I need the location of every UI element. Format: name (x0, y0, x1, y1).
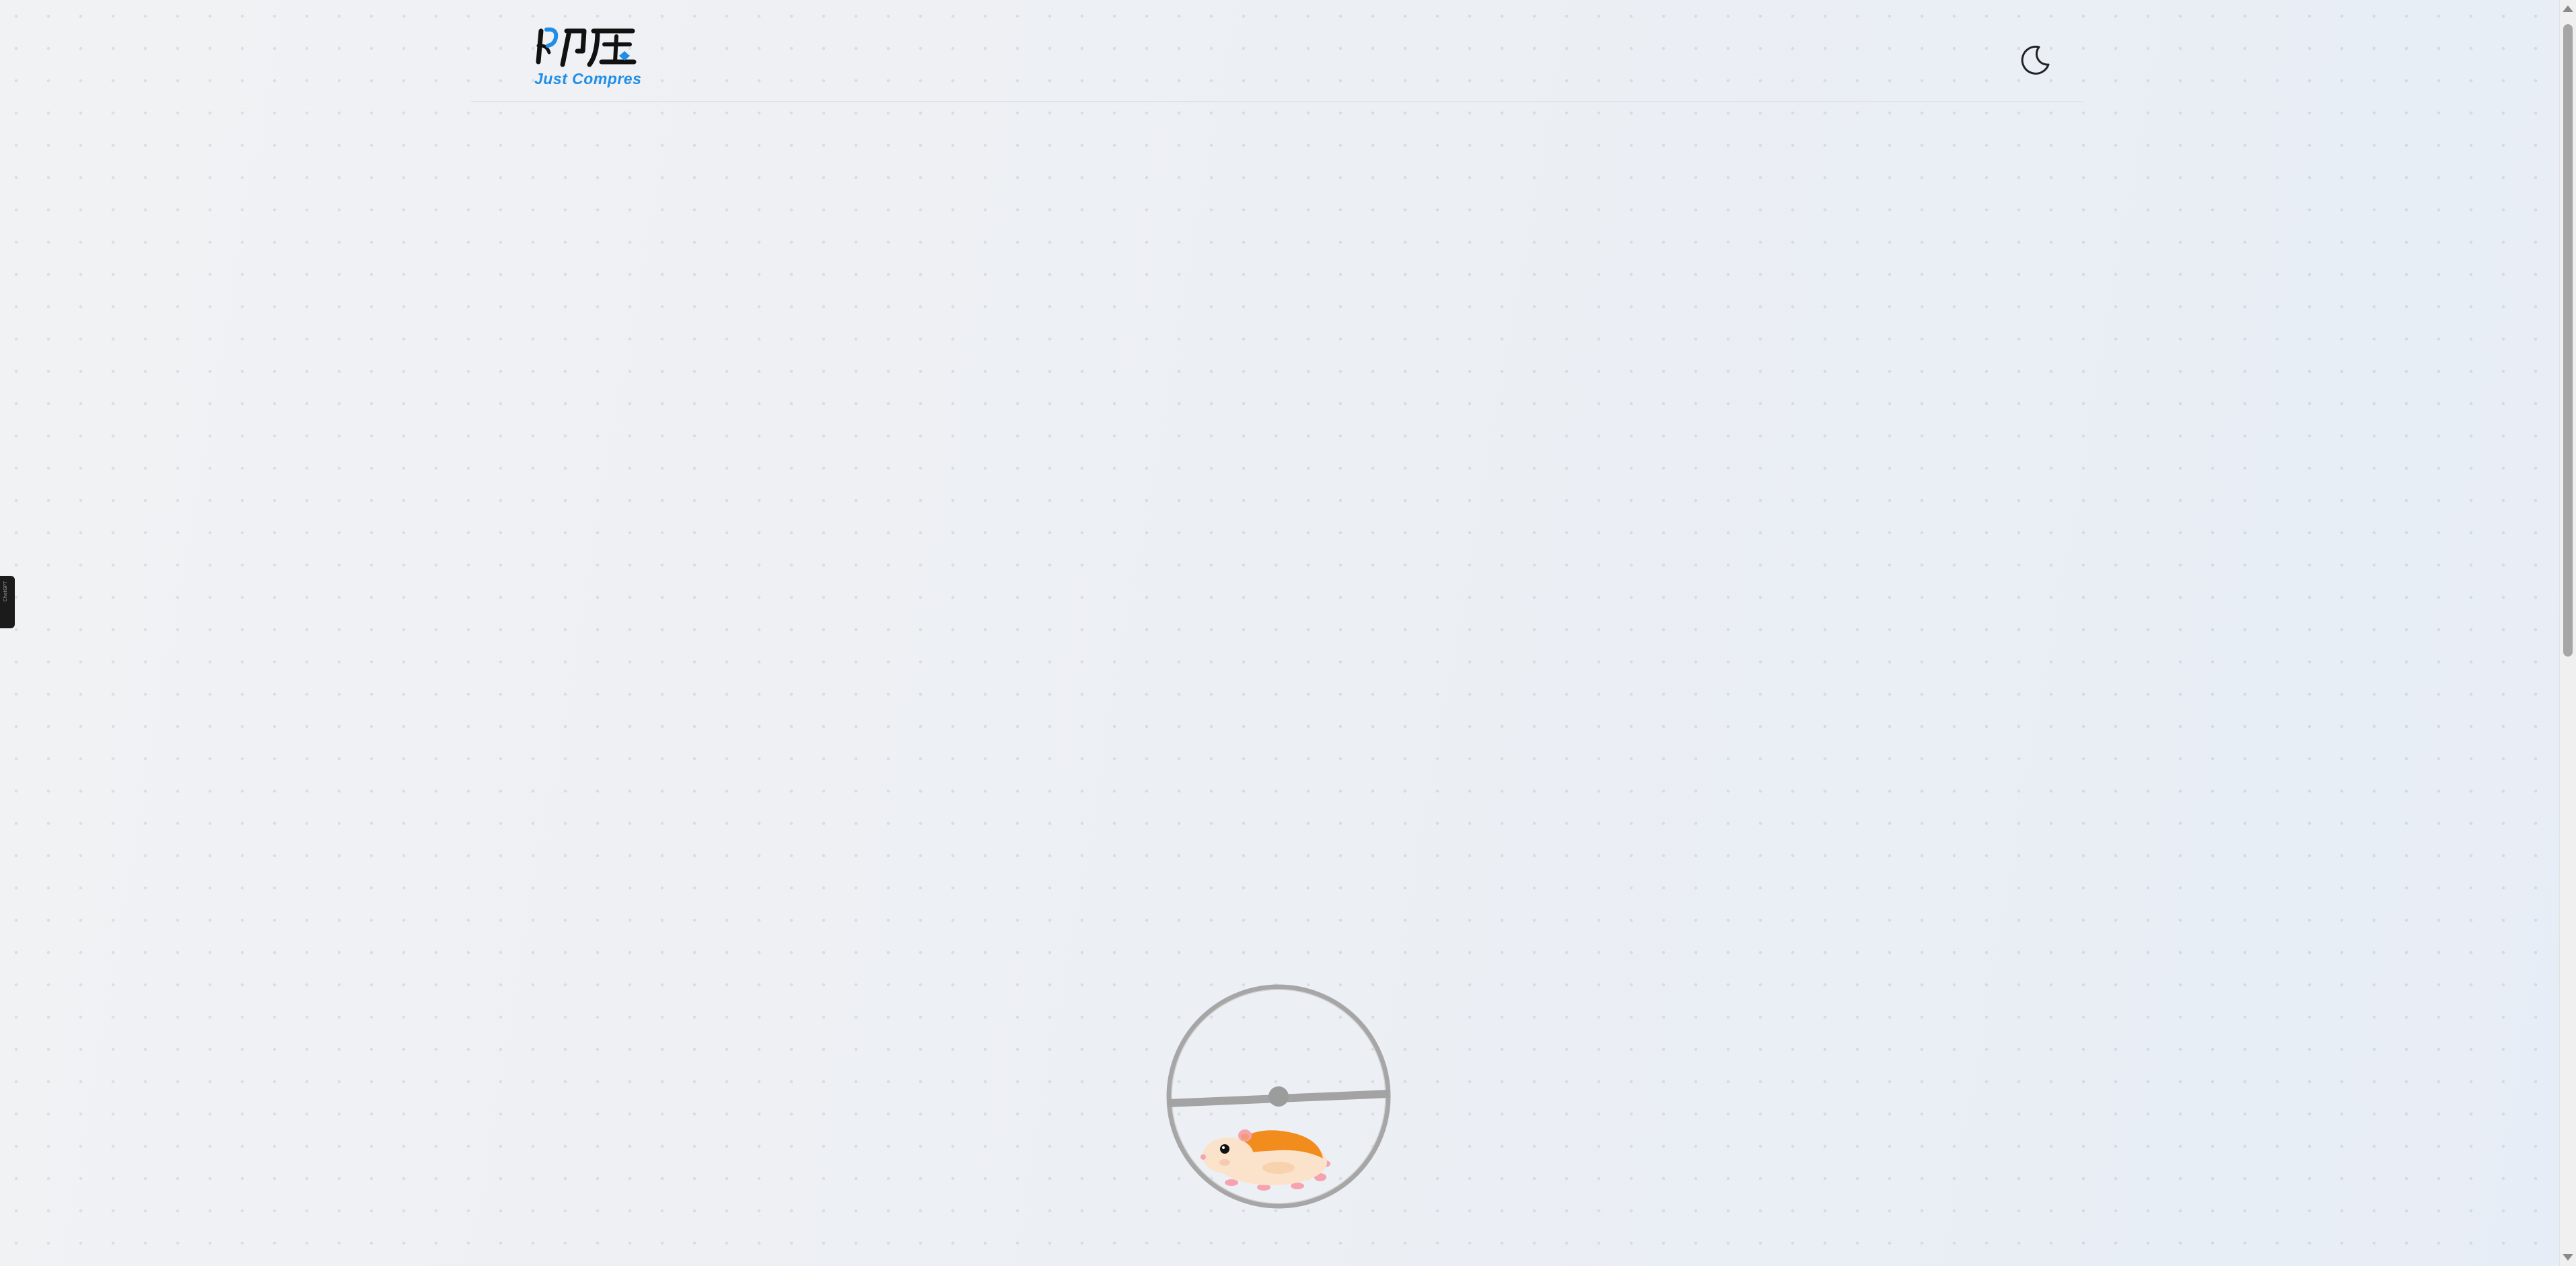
logo-tagline: Just Compres (534, 70, 642, 87)
scrollbar-thumb[interactable] (2563, 24, 2573, 657)
site-header: Just Compres (471, 0, 2083, 102)
hamster-icon (1201, 1129, 1330, 1191)
hamster-wheel-loader (1164, 982, 1393, 1211)
hamster-wheel-loading-icon (1166, 984, 1391, 1209)
vertical-scrollbar[interactable] (2559, 0, 2576, 1266)
side-tab-label: ChatGPT (3, 581, 8, 602)
side-extension-tab[interactable]: ChatGPT (0, 576, 15, 628)
logo-mark-icon (536, 27, 637, 67)
page: Just Compres ChatGPT (0, 0, 2560, 1266)
scroll-up-arrow-icon[interactable] (2563, 5, 2573, 12)
brand-logo[interactable]: Just Compres (532, 24, 646, 91)
scroll-down-arrow-icon[interactable] (2563, 1254, 2573, 1261)
moon-icon (2021, 45, 2050, 75)
theme-toggle-button[interactable] (2019, 43, 2052, 77)
